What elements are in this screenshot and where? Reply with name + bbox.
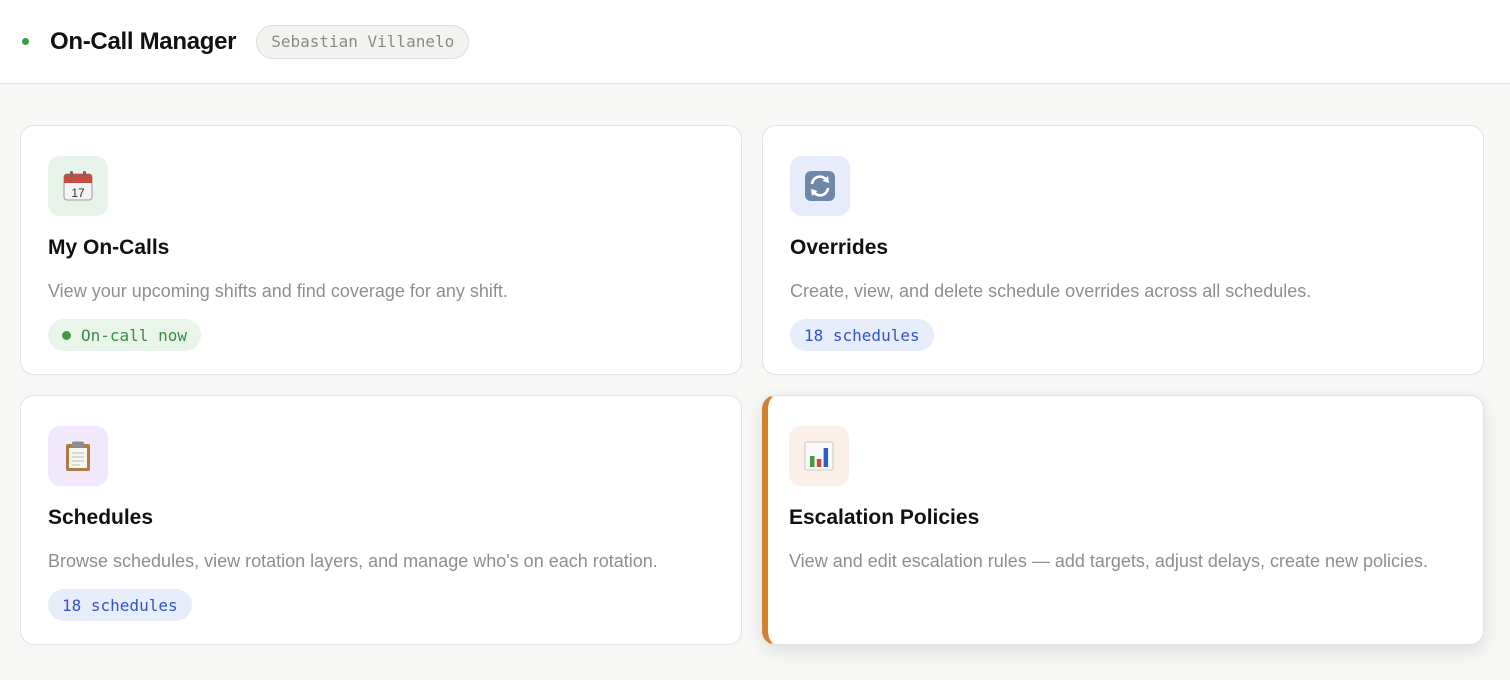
card-title: My On-Calls	[48, 236, 170, 259]
card-schedules[interactable]: Schedules Browse schedules, view rotatio…	[20, 395, 742, 645]
card-title: Overrides	[790, 236, 889, 259]
on-call-status-badge: On-call now	[48, 319, 201, 351]
status-dot	[62, 330, 71, 340]
svg-text:17: 17	[71, 186, 85, 200]
calendar-icon: 17	[48, 156, 108, 216]
app-title: On-Call Manager	[50, 27, 237, 55]
card-description: View your upcoming shifts and find cover…	[48, 281, 508, 301]
schedule-count-badge: 18 schedules	[48, 589, 192, 621]
refresh-icon	[790, 156, 850, 216]
card-title: Schedules	[48, 506, 154, 529]
nav-card-grid: 17 My On-Calls View your upcoming shifts…	[20, 125, 1484, 645]
status-dot	[22, 38, 29, 45]
user-chip[interactable]: Sebastian Villanelo	[256, 24, 470, 59]
bar-chart-icon	[789, 426, 849, 486]
schedule-count-badge: 18 schedules	[790, 319, 934, 351]
card-description: Create, view, and delete schedule overri…	[790, 281, 1312, 301]
card-escalation-policies[interactable]: Escalation Policies View and edit escala…	[762, 395, 1484, 645]
clipboard-icon	[48, 426, 108, 486]
card-overrides[interactable]: Overrides Create, view, and delete sched…	[762, 125, 1484, 375]
app-header: On-Call Manager Sebastian Villanelo	[0, 0, 1510, 84]
card-description: View and edit escalation rules — add tar…	[789, 551, 1429, 571]
card-my-on-calls[interactable]: 17 My On-Calls View your upcoming shifts…	[20, 125, 742, 375]
badge-label: On-call now	[81, 325, 187, 345]
card-title: Escalation Policies	[789, 506, 980, 529]
card-description: Browse schedules, view rotation layers, …	[48, 551, 658, 571]
